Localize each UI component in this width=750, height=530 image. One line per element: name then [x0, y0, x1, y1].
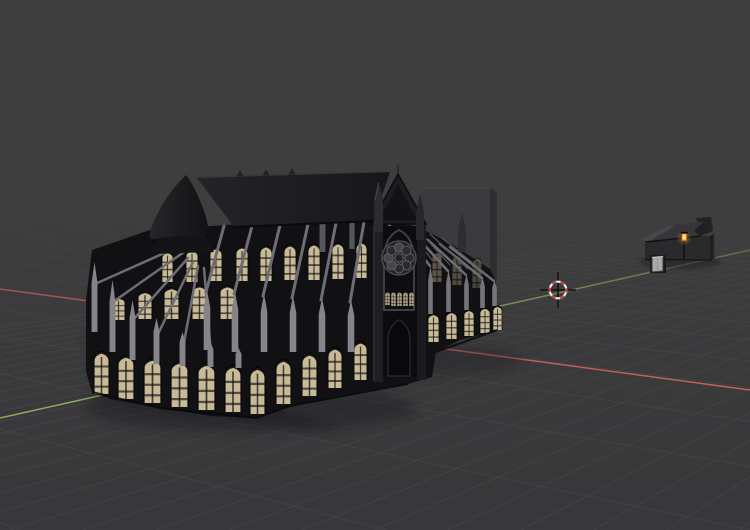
transept-gallery-windows	[384, 291, 415, 307]
transept-portal	[387, 319, 411, 377]
viewport-canvas[interactable]	[0, 0, 750, 530]
house-door	[650, 255, 666, 273]
3d-viewport[interactable]	[0, 0, 750, 530]
rose-window	[381, 240, 417, 276]
